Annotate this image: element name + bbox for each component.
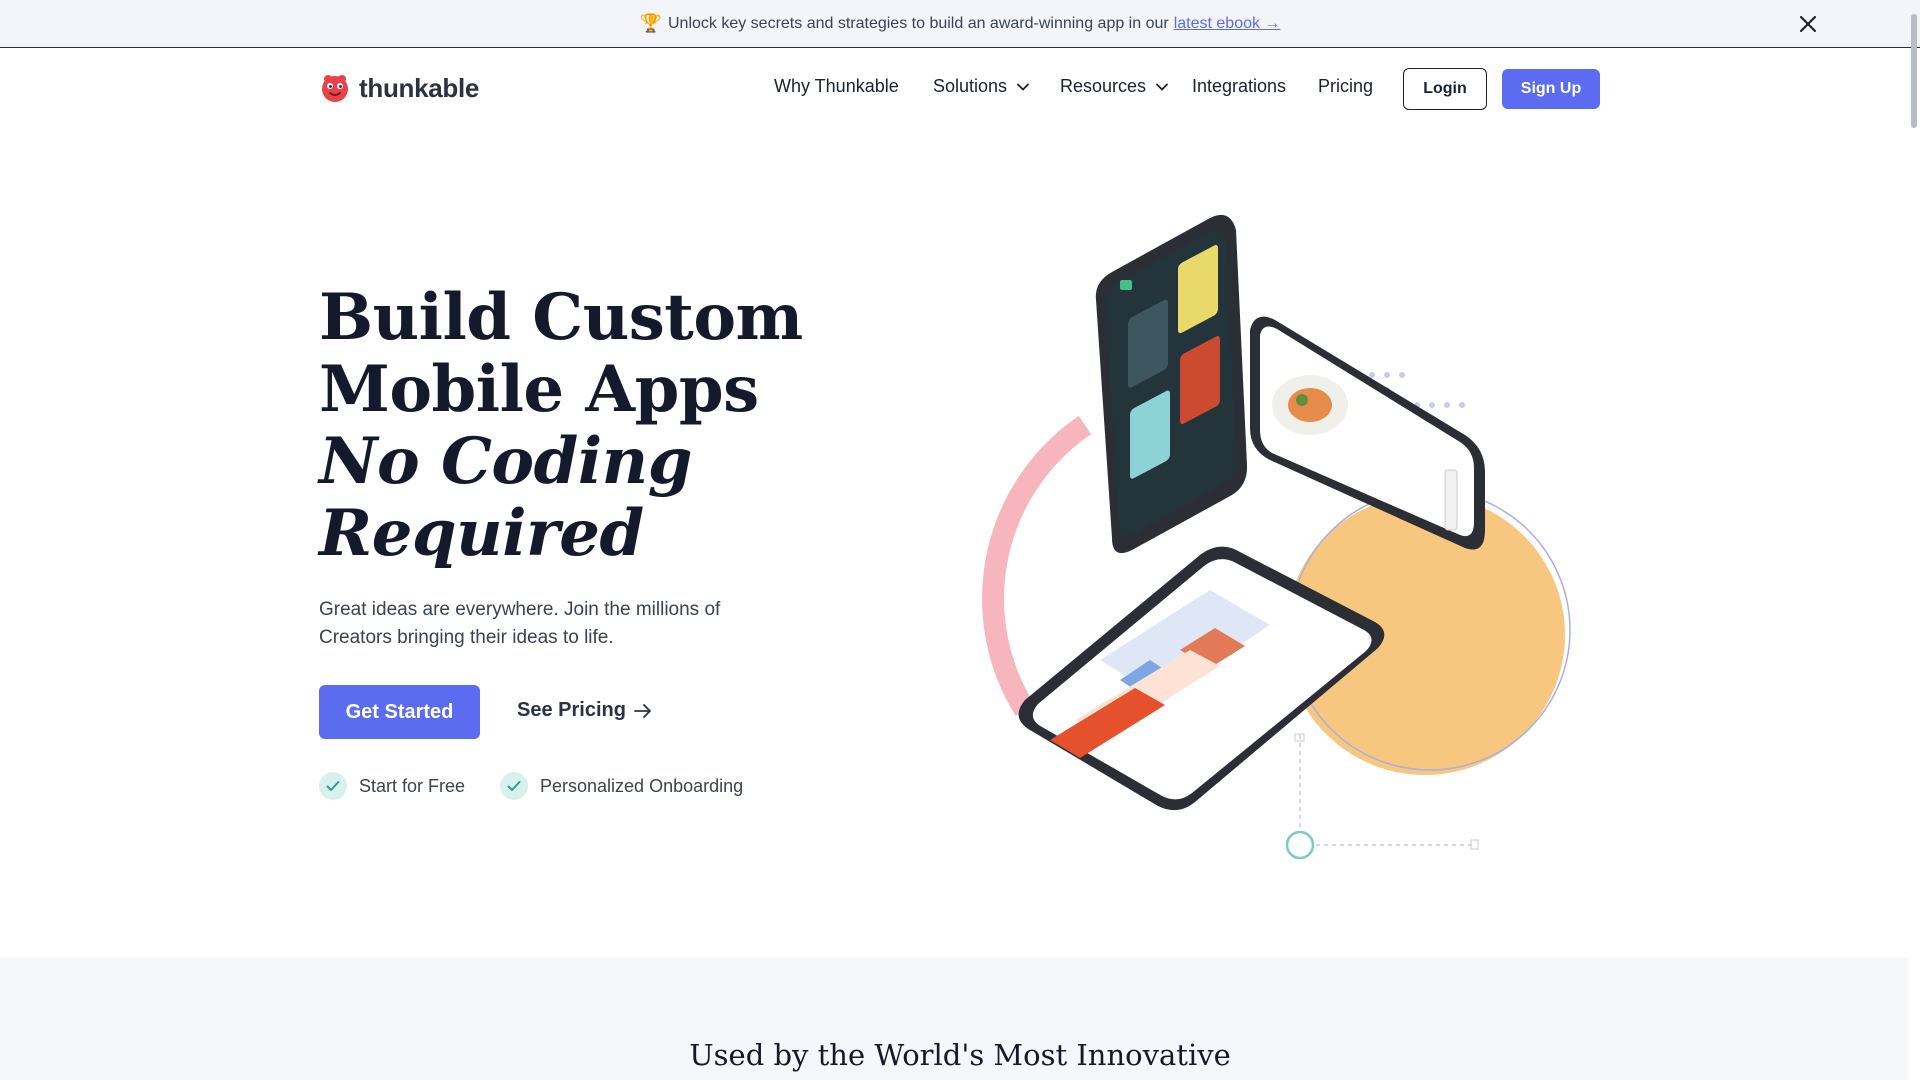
nav-label: Solutions <box>933 76 1008 96</box>
nav-label: Integrations <box>1192 76 1287 96</box>
check-item-free: Start for Free <box>319 772 465 800</box>
get-started-button[interactable]: Get Started <box>319 685 480 739</box>
login-button[interactable]: Login <box>1403 68 1487 110</box>
used-by-heading: Used by the World's Most Innovative <box>689 1038 1231 1072</box>
nav-why-thunkable[interactable]: Why Thunkable <box>774 76 899 97</box>
phone-dark <box>1095 214 1248 554</box>
hero-illustration <box>982 214 1571 860</box>
check-item-onboarding: Personalized Onboarding <box>500 772 743 800</box>
trophy-icon: 🏆 <box>639 13 662 33</box>
check-label: Start for Free <box>359 775 466 796</box>
scrollbar-thumb[interactable] <box>1911 14 1917 128</box>
brand-name: thunkable <box>359 72 480 103</box>
hero-title-emphasis: Required <box>319 496 644 571</box>
hero-title-line: Build Custom <box>319 280 803 355</box>
see-pricing-link[interactable]: See Pricing <box>517 699 652 722</box>
thunkable-logo-icon <box>322 75 348 102</box>
check-label: Personalized Onboarding <box>540 775 744 796</box>
signup-button[interactable]: Sign Up <box>1502 69 1600 109</box>
hero-title: Build Custom Mobile Apps No Coding Requi… <box>319 282 879 570</box>
hero-title-line: Mobile Apps <box>319 352 759 427</box>
arrow-right-icon <box>634 703 651 718</box>
nav-label: Pricing <box>1318 76 1374 96</box>
ebook-link[interactable]: latest ebook → <box>1174 15 1281 33</box>
decor-node <box>1285 830 1315 860</box>
check-icon <box>319 772 347 800</box>
scrollbar-track[interactable] <box>1908 0 1920 1080</box>
announcement-bar: 🏆 Unlock key secrets and strategies to b… <box>0 0 1920 48</box>
nav-label: Why Thunkable <box>774 76 899 96</box>
nav-solutions[interactable]: Solutions <box>933 76 1029 97</box>
nav-integrations[interactable]: Integrations <box>1192 76 1286 97</box>
chevron-down-icon <box>1017 83 1029 91</box>
nav-resources[interactable]: Resources <box>1060 76 1168 97</box>
nav-label: Resources <box>1060 76 1147 96</box>
check-icon <box>500 772 528 800</box>
hero-subtitle: Great ideas are everywhere. Join the mil… <box>319 599 721 648</box>
nav-pricing[interactable]: Pricing <box>1318 76 1373 97</box>
hero-title-emphasis: No Coding <box>319 424 692 499</box>
logo[interactable]: thunkable <box>319 72 479 104</box>
see-pricing-label: See Pricing <box>517 699 626 721</box>
chevron-down-icon <box>1156 83 1168 91</box>
close-icon[interactable] <box>1795 11 1821 37</box>
announcement-text: Unlock key secrets and strategies to bui… <box>667 14 1169 32</box>
